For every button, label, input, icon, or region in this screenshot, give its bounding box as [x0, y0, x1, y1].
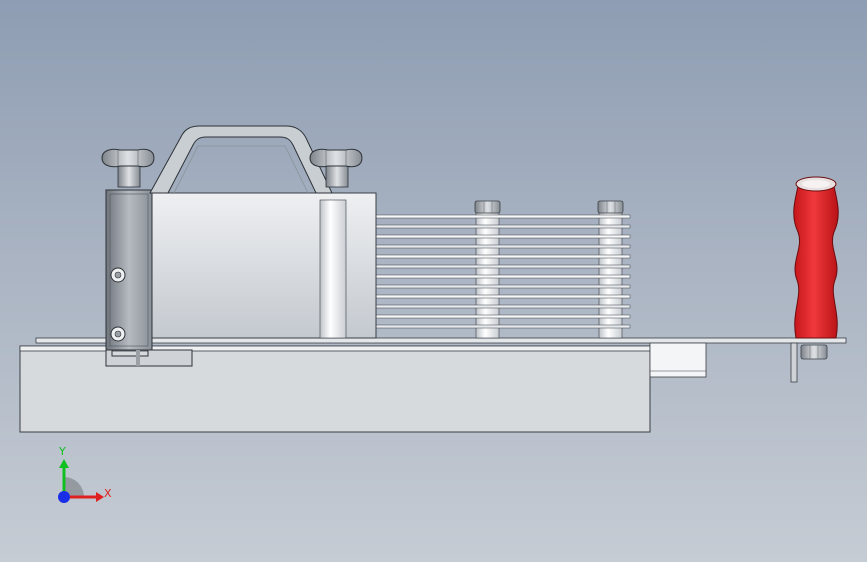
triad-y-label: Y [58, 445, 66, 458]
press-handle[interactable] [149, 125, 333, 194]
triad-y-arrow [59, 459, 69, 468]
grip-handle[interactable] [793, 176, 839, 339]
triad-z-axis [58, 491, 70, 503]
blade-frame[interactable] [105, 189, 377, 351]
coordinate-triad: X Y [58, 445, 112, 503]
cad-viewport[interactable]: X Y [0, 0, 867, 562]
cad-model-drawing: X Y [19, 125, 847, 503]
triad-x-label: X [104, 487, 112, 500]
mounting-bracket[interactable] [790, 342, 798, 383]
grip-nut[interactable] [800, 344, 828, 360]
base-plate[interactable] [19, 337, 847, 433]
knob-left[interactable] [101, 148, 155, 188]
triad-x-arrow [96, 492, 104, 502]
